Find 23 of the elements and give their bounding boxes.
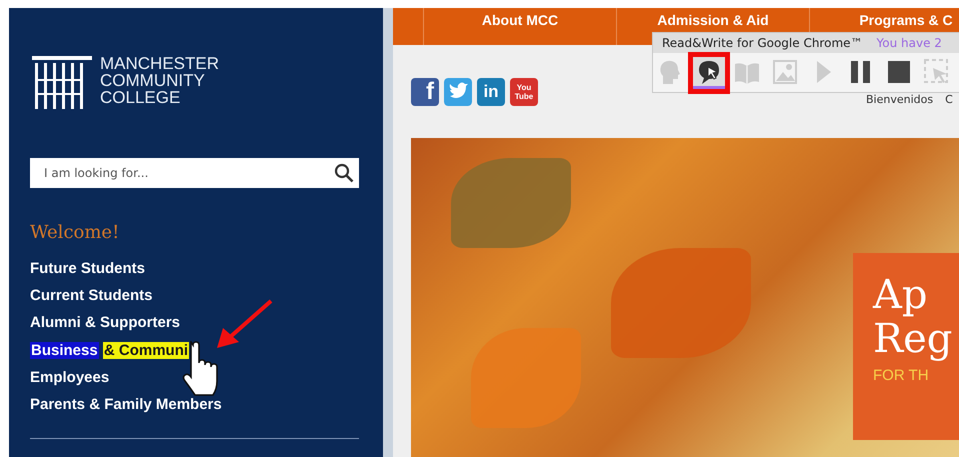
promo-heading: Ap xyxy=(873,273,928,317)
language-link[interactable]: Bienvenidos xyxy=(866,93,934,106)
promo-subheading: FOR TH xyxy=(873,367,930,384)
sidebar-link[interactable]: Employees xyxy=(30,364,110,392)
promo-heading: Reg xyxy=(873,317,954,361)
annotation-arrow xyxy=(215,298,275,350)
youtube-icon[interactable]: You Tube xyxy=(510,78,538,106)
bird-icon[interactable] xyxy=(444,78,472,106)
facebook-icon[interactable]: f xyxy=(411,78,439,106)
sidebar-link[interactable]: Alumni & Supporters xyxy=(30,309,180,337)
linkedin-icon[interactable]: in xyxy=(477,78,505,106)
sidebar-link[interactable]: Future Students xyxy=(30,255,145,282)
welcome-heading: Welcome! xyxy=(30,222,120,243)
building-columns-icon xyxy=(32,55,92,111)
sidebar-link[interactable]: Parents & Family Members xyxy=(30,391,222,418)
college-name: MANCHESTER COMMUNITY COLLEGE xyxy=(100,55,220,106)
sidebar-link[interactable]: Business & Communi xyxy=(30,336,190,364)
trial-notice: You have 2 xyxy=(876,36,942,50)
sidebar-link[interactable]: Current Students xyxy=(30,282,153,310)
search-field[interactable]: I am looking for... xyxy=(30,158,359,188)
search-icon[interactable] xyxy=(334,163,354,183)
nav-link[interactable]: About MCC xyxy=(424,8,617,45)
language-link[interactable]: C xyxy=(945,93,953,106)
